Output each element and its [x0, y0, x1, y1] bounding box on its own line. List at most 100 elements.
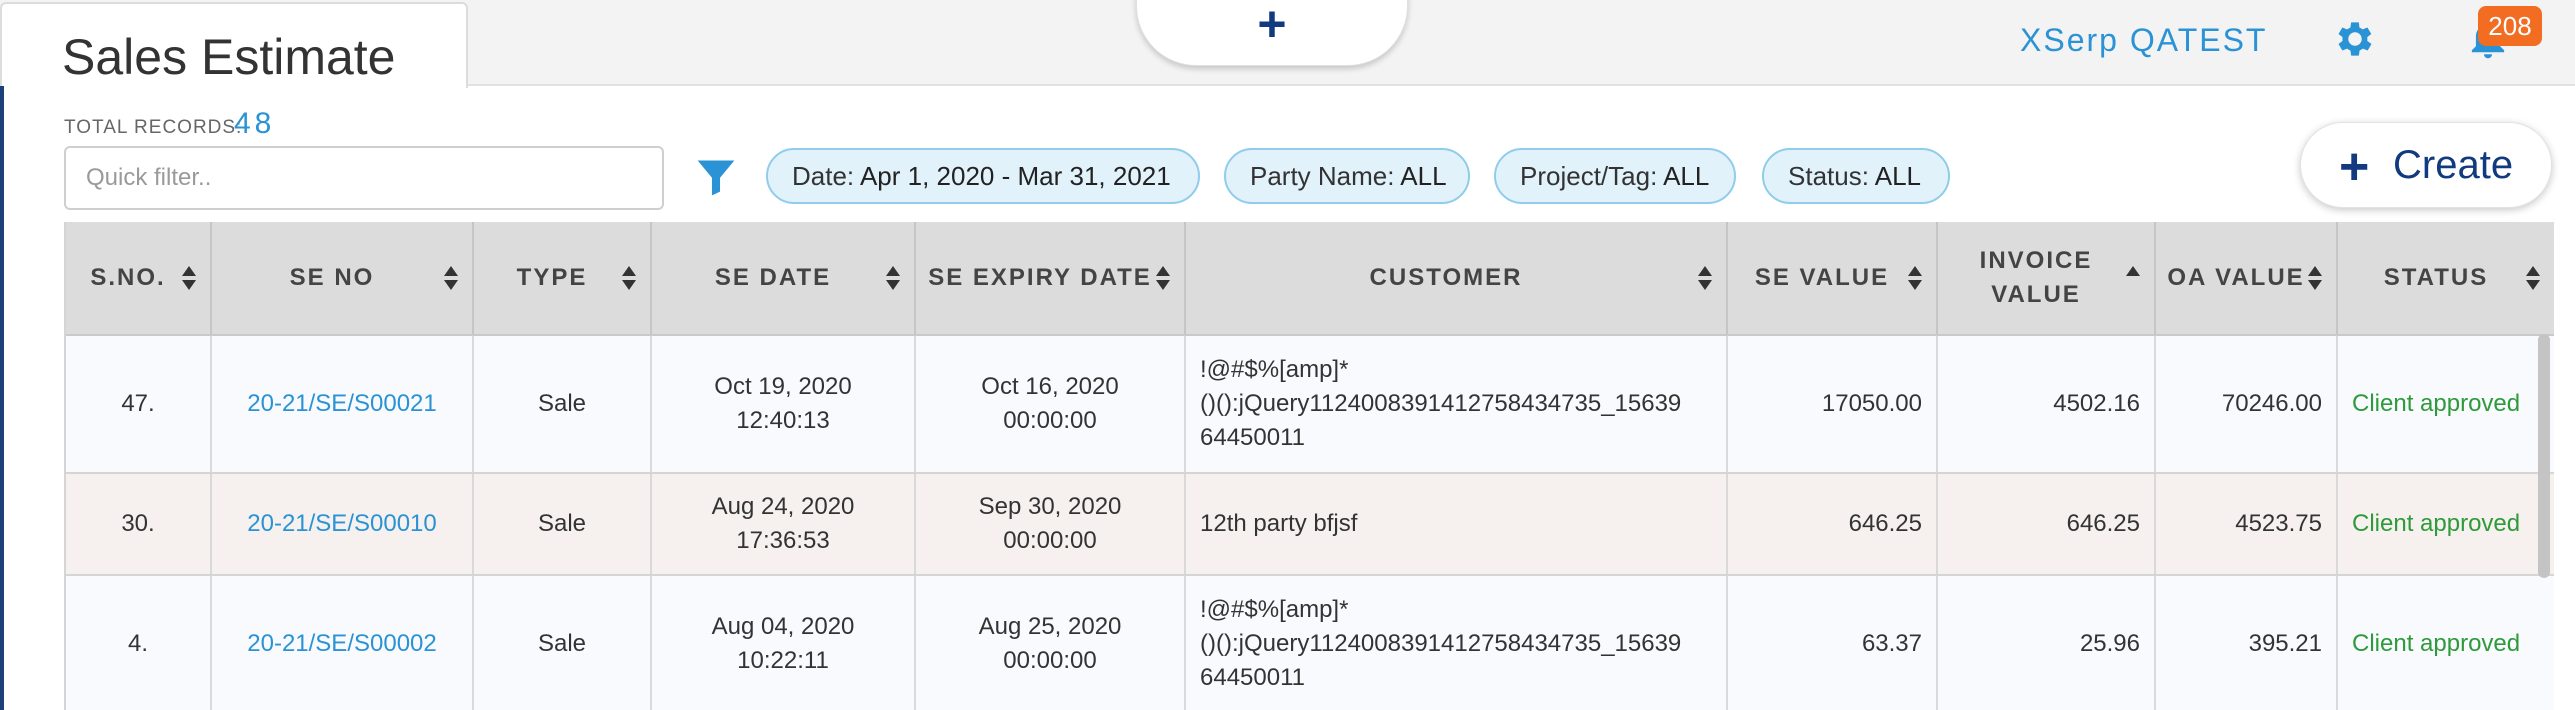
header-oa-value[interactable]: OA VALUE [2156, 222, 2338, 334]
cell-se-no: 20-21/SE/S00010 [212, 474, 474, 574]
status-filter-chip[interactable]: Status: ALL [1762, 148, 1950, 204]
time-text: 10:22:11 [737, 647, 829, 674]
time-text: 00:00:00 [1003, 647, 1097, 674]
quick-add-button[interactable]: + [1136, 0, 1408, 66]
header-label: TYPE [516, 264, 588, 291]
table-row[interactable]: 47. 20-21/SE/S00021 Sale Oct 19, 2020 12:… [66, 336, 2554, 474]
cell-invoice-value: 25.96 [1938, 576, 2156, 710]
sort-icon[interactable] [444, 266, 460, 292]
customer-line: !@#$%[amp]* [1200, 356, 1349, 383]
header-se-no[interactable]: SE NO [212, 222, 474, 334]
create-button[interactable]: + Create [2300, 122, 2552, 208]
customer-line: 64450011 [1200, 424, 1305, 451]
cell-status: Client approved [2352, 630, 2521, 657]
date-text: Oct 16, 2020 [981, 373, 1119, 400]
cell-sno: 4. [66, 576, 212, 710]
cell-invoice-value: 646.25 [1938, 474, 2156, 574]
sort-icon[interactable] [2308, 266, 2324, 292]
cell-se-value: 63.37 [1728, 576, 1938, 710]
sort-icon[interactable] [886, 266, 902, 292]
se-no-link[interactable]: 20-21/SE/S00021 [247, 387, 436, 421]
chip-value: ALL [1663, 161, 1710, 191]
left-accent-bar [0, 86, 4, 710]
cell-se-no: 20-21/SE/S00002 [212, 576, 474, 710]
table-scrollbar[interactable] [2538, 334, 2550, 578]
sort-icon[interactable] [1156, 266, 1172, 292]
gear-icon[interactable] [2332, 16, 2378, 62]
total-records-label: TOTAL RECORDS: [64, 117, 243, 138]
sort-asc-icon[interactable] [2126, 266, 2142, 292]
page-title: Sales Estimate [62, 29, 396, 85]
date-text: Aug 24, 2020 [711, 493, 855, 520]
header-status[interactable]: STATUS [2338, 222, 2554, 334]
chip-key: Date: [792, 161, 855, 191]
header-label: OA VALUE [2167, 264, 2305, 291]
company-name[interactable]: XSerp QATEST [2020, 22, 2267, 59]
chip-key: Status: [1788, 161, 1869, 191]
customer-line: 64450011 [1200, 664, 1305, 691]
sales-estimate-table: S.NO. SE NO TYPE SE DATE SE EXPIRY DATE … [64, 222, 2554, 710]
create-button-label: Create [2393, 143, 2514, 187]
se-no-link[interactable]: 20-21/SE/S00002 [247, 627, 436, 661]
cell-customer: 12th party bfjsf [1186, 474, 1728, 574]
cell-status: Client approved [2352, 390, 2521, 417]
party-filter-chip[interactable]: Party Name: ALL [1224, 148, 1470, 204]
project-filter-chip[interactable]: Project/Tag: ALL [1494, 148, 1736, 204]
cell-expiry-date: Sep 30, 2020 00:00:00 [916, 474, 1186, 574]
chip-value: ALL [1874, 161, 1921, 191]
sort-icon[interactable] [622, 266, 638, 292]
notification-badge: 208 [2478, 6, 2542, 46]
header-type[interactable]: TYPE [474, 222, 652, 334]
sort-icon[interactable] [182, 266, 198, 292]
cell-type: Sale [474, 474, 652, 574]
cell-sno: 47. [66, 336, 212, 472]
date-text: Aug 04, 2020 [711, 613, 855, 640]
header-invoice-value[interactable]: INVOICE VALUE [1938, 222, 2156, 334]
cell-customer: !@#$%[amp]* ()():jQuery112400839141275843… [1186, 576, 1728, 710]
add-icon: + [1257, 0, 1287, 52]
cell-customer: !@#$%[amp]* ()():jQuery112400839141275843… [1186, 336, 1728, 472]
cell-oa-value: 4523.75 [2156, 474, 2338, 574]
sort-icon[interactable] [1908, 266, 1924, 292]
table-row[interactable]: 4. 20-21/SE/S00002 Sale Aug 04, 2020 10:2… [66, 576, 2554, 710]
header-customer[interactable]: CUSTOMER [1186, 222, 1728, 334]
cell-oa-value: 70246.00 [2156, 336, 2338, 472]
date-text: Aug 25, 2020 [978, 613, 1122, 640]
header-sno[interactable]: S.NO. [66, 222, 212, 334]
cell-se-value: 17050.00 [1728, 336, 1938, 472]
customer-line: 12th party bfjsf [1200, 510, 1358, 537]
cell-se-value: 646.25 [1728, 474, 1938, 574]
filter-icon[interactable] [694, 155, 738, 199]
sort-icon[interactable] [1698, 266, 1714, 292]
cell-se-date: Aug 04, 2020 10:22:11 [652, 576, 916, 710]
cell-status: Client approved [2352, 510, 2521, 537]
sort-icon[interactable] [2526, 266, 2542, 292]
header-se-date[interactable]: SE DATE [652, 222, 916, 334]
customer-line: !@#$%[amp]* [1200, 596, 1349, 623]
plus-icon: + [2339, 138, 2370, 196]
date-filter-chip[interactable]: Date: Apr 1, 2020 - Mar 31, 2021 [766, 148, 1200, 204]
time-text: 12:40:13 [736, 407, 830, 434]
se-no-link[interactable]: 20-21/SE/S00010 [247, 507, 436, 541]
table-header-row: S.NO. SE NO TYPE SE DATE SE EXPIRY DATE … [66, 222, 2554, 336]
header-se-value[interactable]: SE VALUE [1728, 222, 1938, 334]
header-se-expiry-date[interactable]: SE EXPIRY DATE [916, 222, 1186, 334]
header-label: SE NO [289, 264, 375, 291]
time-text: 00:00:00 [1003, 407, 1097, 434]
header-label: SE VALUE [1754, 264, 1890, 291]
date-text: Sep 30, 2020 [978, 493, 1122, 520]
header-label: SE EXPIRY DATE [928, 264, 1152, 291]
chip-value: Apr 1, 2020 - Mar 31, 2021 [859, 161, 1171, 191]
customer-line: ()():jQuery1124008391412758434735_15639 [1200, 390, 1682, 417]
cell-invoice-value: 4502.16 [1938, 336, 2156, 472]
cell-expiry-date: Oct 16, 2020 00:00:00 [916, 336, 1186, 472]
date-text: Oct 19, 2020 [714, 373, 852, 400]
customer-line: ()():jQuery1124008391412758434735_15639 [1200, 630, 1682, 657]
total-records-count: 48 [234, 107, 276, 140]
chip-key: Party Name: [1250, 161, 1395, 191]
header-label: STATUS [2383, 264, 2489, 291]
table-row[interactable]: 30. 20-21/SE/S00010 Sale Aug 24, 2020 17:… [66, 474, 2554, 576]
chip-value: ALL [1400, 161, 1447, 191]
cell-expiry-date: Aug 25, 2020 00:00:00 [916, 576, 1186, 710]
quick-filter-input[interactable] [64, 146, 664, 210]
